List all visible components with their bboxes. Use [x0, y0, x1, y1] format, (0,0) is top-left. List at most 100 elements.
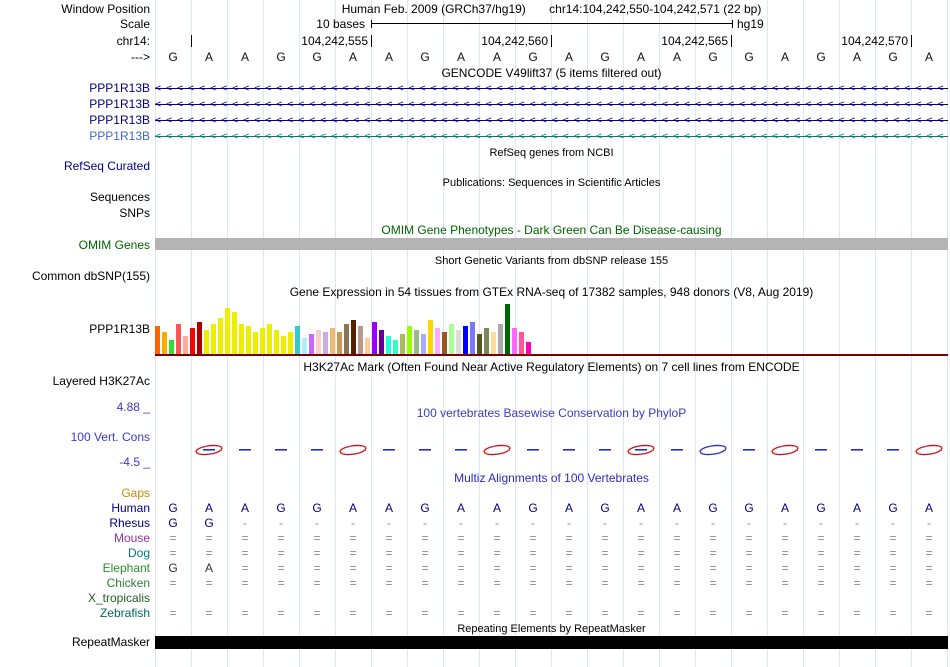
gtex-expression-bar[interactable] [330, 328, 335, 354]
gtex-expression-bar[interactable] [470, 322, 475, 354]
gtex-expression-bar[interactable] [155, 326, 160, 354]
gtex-expression-bar[interactable] [183, 336, 188, 354]
alignment-cell: - [423, 516, 427, 530]
gtex-expression-bar[interactable] [463, 326, 468, 354]
gtex-expression-bar[interactable] [484, 328, 489, 354]
repeatmasker-bar[interactable] [155, 636, 948, 649]
gtex-expression-bar[interactable] [358, 326, 363, 354]
phylop-positive-loop [699, 444, 727, 456]
gtex-expression-bar[interactable] [421, 334, 426, 354]
gtex-expression-bar[interactable] [232, 312, 237, 354]
position-ruler[interactable]: 104,242,555 104,242,560 104,242,565 104,242… [0, 34, 950, 48]
phylop-positive-dash [311, 449, 323, 451]
gtex-expression-bar[interactable] [372, 322, 377, 354]
gtex-expression-bar[interactable] [295, 326, 300, 354]
gtex-expression-chart[interactable] [155, 300, 948, 354]
gtex-expression-bar[interactable] [225, 308, 230, 354]
gtex-expression-bar[interactable] [393, 340, 398, 354]
gene-label-ppp1r13b-2[interactable]: PPP1R13B [0, 97, 150, 111]
layered-h3k27ac-label[interactable]: Layered H3K27Ac [0, 374, 150, 388]
alignment-cell: = [529, 576, 537, 590]
gtex-expression-bar[interactable] [302, 338, 307, 354]
phylop-wiggle[interactable] [155, 418, 948, 468]
multiz-species-x_tropicalis[interactable]: X_tropicalis [0, 591, 150, 606]
gtex-expression-bar[interactable] [162, 332, 167, 354]
gtex-expression-bar[interactable] [211, 324, 216, 354]
gtex-expression-bar[interactable] [239, 324, 244, 354]
dna-sequence-row[interactable]: GAAGGAAGAAGAGAAGGAGAGA [0, 50, 950, 65]
repeatmasker-label[interactable]: RepeatMasker [0, 636, 150, 649]
gtex-expression-bar[interactable] [246, 326, 251, 354]
alignment-cell: A [204, 561, 213, 575]
gene-model-ppp1r13b-2[interactable]: <<<<<<<<<<<<<<<<<<<<<<<<<<<<<<<<<<<<<<<<… [155, 97, 948, 112]
gtex-expression-bar[interactable] [519, 332, 524, 354]
gtex-expression-bar[interactable] [379, 330, 384, 354]
gtex-expression-bar[interactable] [491, 332, 496, 354]
gtex-expression-bar[interactable] [337, 332, 342, 354]
gtex-expression-bar[interactable] [400, 334, 405, 354]
gtex-expression-bar[interactable] [456, 330, 461, 354]
conservation-track-label[interactable]: 100 Vert. Cons [0, 430, 150, 444]
omim-genes-label[interactable]: OMIM Genes [0, 238, 150, 252]
alignment-cell: = [709, 531, 717, 545]
gene-label-ppp1r13b-1[interactable]: PPP1R13B [0, 81, 150, 95]
common-dbsnp-label[interactable]: Common dbSNP(155) [0, 269, 150, 283]
gtex-expression-bar[interactable] [407, 326, 412, 354]
gene-model-ppp1r13b-1[interactable]: <<<<<<<<<<<<<<<<<<<<<<<<<<<<<<<<<<<<<<<<… [155, 81, 948, 96]
gtex-expression-bar[interactable] [414, 330, 419, 354]
gtex-gene-label[interactable]: PPP1R13B [0, 322, 150, 336]
gene-label-ppp1r13b-3[interactable]: PPP1R13B [0, 113, 150, 127]
gtex-expression-bar[interactable] [190, 328, 195, 354]
gtex-expression-bar[interactable] [267, 324, 272, 354]
gtex-expression-bar[interactable] [204, 330, 209, 354]
alignment-cell: = [565, 576, 573, 590]
gtex-expression-bar[interactable] [197, 322, 202, 354]
gtex-expression-bar[interactable] [386, 336, 391, 354]
gene-label-ppp1r13b-4[interactable]: PPP1R13B [0, 129, 150, 143]
multiz-species-rhesus[interactable]: Rhesus [0, 516, 150, 531]
snps-label[interactable]: SNPs [0, 206, 150, 220]
alignment-cell: - [531, 516, 535, 530]
alignment-cell: = [673, 576, 681, 590]
gtex-expression-bar[interactable] [316, 330, 321, 354]
multiz-species-elephant[interactable]: Elephant [0, 561, 150, 576]
multiz-species-gaps[interactable]: Gaps [0, 486, 150, 501]
multiz-species-zebrafish[interactable]: Zebrafish [0, 606, 150, 621]
gtex-expression-bar[interactable] [344, 324, 349, 354]
alignment-cell: = [349, 561, 357, 575]
omim-gene-bar[interactable] [155, 238, 948, 250]
multiz-alignment-rows[interactable]: Gaps Human G A A G G A A G A A G A G A A G G A G A G A Rhesus G G -… [0, 486, 950, 621]
gtex-expression-bar[interactable] [281, 336, 286, 354]
gtex-expression-bar[interactable] [512, 328, 517, 354]
sequences-label[interactable]: Sequences [0, 190, 150, 204]
gtex-expression-bar[interactable] [428, 320, 433, 354]
base-letter: G [744, 50, 754, 64]
gtex-expression-bar[interactable] [477, 334, 482, 354]
multiz-species-dog[interactable]: Dog [0, 546, 150, 561]
gtex-expression-bar[interactable] [505, 304, 510, 354]
gtex-expression-bar[interactable] [288, 332, 293, 354]
gtex-expression-bar[interactable] [169, 340, 174, 354]
refseq-curated-label[interactable]: RefSeq Curated [0, 159, 150, 173]
gtex-expression-bar[interactable] [351, 320, 356, 354]
multiz-species-mouse[interactable]: Mouse [0, 531, 150, 546]
gtex-expression-bar[interactable] [442, 332, 447, 354]
gtex-expression-bar[interactable] [498, 324, 503, 354]
multiz-species-human[interactable]: Human [0, 501, 150, 516]
gtex-expression-bar[interactable] [218, 318, 223, 354]
gtex-expression-bar[interactable] [526, 342, 531, 354]
gtex-expression-bar[interactable] [309, 334, 314, 354]
multiz-species-chicken[interactable]: Chicken [0, 576, 150, 591]
gtex-expression-bar[interactable] [176, 324, 181, 354]
gtex-expression-bar[interactable] [365, 338, 370, 354]
strand-arrows: <<<<<<<<<<<<<<<<<<<<<<<<<<<<<<<<<<<<<<<<… [155, 115, 948, 126]
gtex-expression-bar[interactable] [274, 330, 279, 354]
gene-model-ppp1r13b-3[interactable]: <<<<<<<<<<<<<<<<<<<<<<<<<<<<<<<<<<<<<<<<… [155, 113, 948, 128]
gtex-expression-bar[interactable] [449, 324, 454, 354]
gtex-expression-bar[interactable] [323, 332, 328, 354]
gene-model-ppp1r13b-4[interactable]: <<<<<<<<<<<<<<<<<<<<<<<<<<<<<<<<<<<<<<<<… [155, 129, 948, 144]
gtex-expression-bar[interactable] [253, 332, 258, 354]
alignment-cell: = [889, 606, 897, 620]
gtex-expression-bar[interactable] [435, 328, 440, 354]
gtex-expression-bar[interactable] [260, 328, 265, 354]
